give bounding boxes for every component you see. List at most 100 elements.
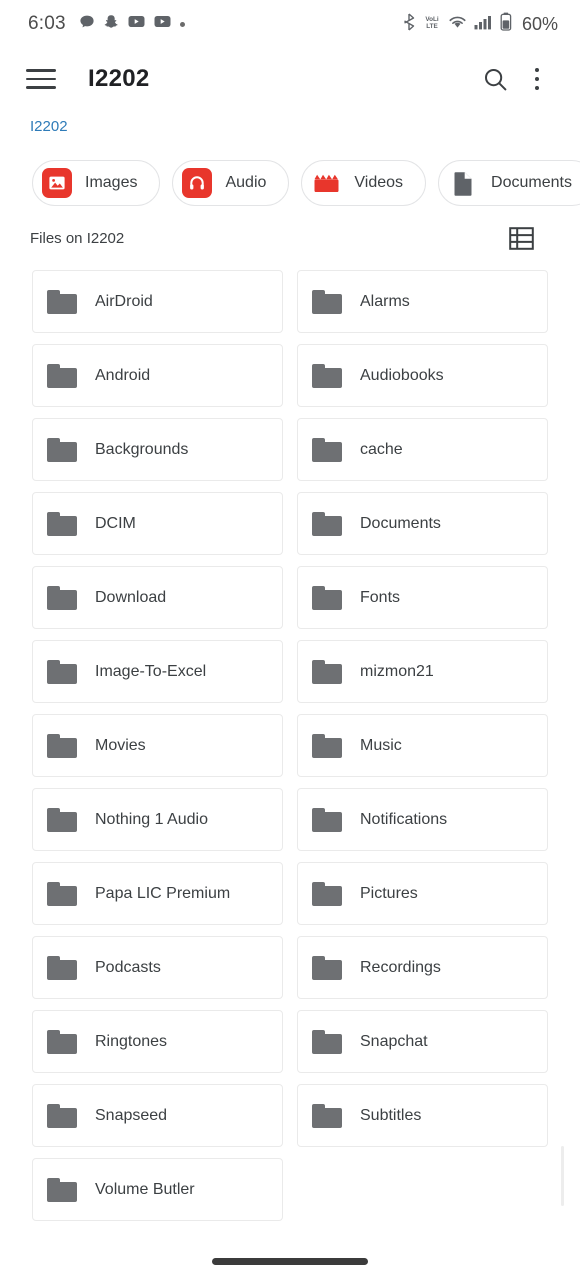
folder-name: AirDroid (95, 292, 153, 310)
folder-icon (47, 437, 77, 462)
folder-name: Fonts (360, 588, 401, 606)
folder-card[interactable]: Subtitles (297, 1084, 548, 1147)
folder-card[interactable]: Image-To-Excel (32, 640, 283, 703)
folder-name: Subtitles (360, 1106, 422, 1124)
snapchat-icon (104, 14, 119, 35)
folder-card[interactable]: Notifications (297, 788, 548, 851)
dot-icon (179, 21, 185, 27)
folder-card[interactable]: Recordings (297, 936, 548, 999)
folder-icon (47, 659, 77, 684)
youtube-icon (154, 15, 171, 33)
svg-text:VoLi: VoLi (425, 16, 439, 23)
folder-icon (312, 363, 342, 388)
folder-card[interactable]: Fonts (297, 566, 548, 629)
breadcrumb-item-root[interactable]: I2202 (30, 118, 68, 135)
folder-icon (312, 659, 342, 684)
folder-icon (47, 289, 77, 314)
folder-card[interactable]: Podcasts (32, 936, 283, 999)
signal-icon (474, 14, 493, 35)
folder-name: Nothing 1 Audio (95, 810, 208, 828)
folder-grid: AirDroid Alarms Android Audiobooks Backgroun… (0, 252, 580, 1221)
page-title: I2202 (88, 65, 150, 92)
folder-card[interactable]: Volume Butler (32, 1158, 283, 1221)
folder-card[interactable]: Backgrounds (32, 418, 283, 481)
folder-card[interactable]: Snapseed (32, 1084, 283, 1147)
folder-card[interactable]: Download (32, 566, 283, 629)
folder-icon (47, 733, 77, 758)
folder-card[interactable]: Audiobooks (297, 344, 548, 407)
folder-icon (47, 881, 77, 906)
folder-name: cache (360, 440, 403, 458)
status-system-icons: VoLi LTE 60% (402, 12, 558, 36)
image-icon (42, 168, 72, 198)
folder-name: Ringtones (95, 1032, 168, 1050)
folder-icon (312, 807, 342, 832)
folder-card[interactable]: Snapchat (297, 1010, 548, 1073)
status-notification-icons (79, 14, 185, 35)
folder-card[interactable]: Music (297, 714, 548, 777)
hamburger-icon[interactable] (24, 62, 58, 96)
clapperboard-icon (311, 168, 341, 198)
folder-name: Documents (360, 514, 441, 532)
folder-name: Download (95, 588, 167, 606)
chat-bubble-icon (79, 14, 95, 35)
status-bar: 6:03 VoLi LTE 60% (0, 0, 580, 48)
folder-icon (312, 733, 342, 758)
folder-card[interactable]: Pictures (297, 862, 548, 925)
folder-name: Pictures (360, 884, 418, 902)
folder-name: Audiobooks (360, 366, 444, 384)
chip-label: Documents (491, 174, 572, 191)
svg-text:LTE: LTE (426, 23, 438, 30)
list-view-icon[interactable] (509, 226, 534, 250)
vertical-scrollbar[interactable] (561, 1146, 564, 1206)
chip-audio[interactable]: Audio (172, 160, 290, 206)
chip-label: Videos (354, 174, 404, 191)
status-time: 6:03 (28, 13, 66, 34)
folder-name: Notifications (360, 810, 448, 828)
search-icon[interactable] (474, 58, 516, 100)
folder-name: Snapchat (360, 1032, 428, 1050)
folder-name: Recordings (360, 958, 441, 976)
battery-percent: 60% (521, 13, 558, 34)
folder-icon (47, 955, 77, 980)
chip-label: Images (85, 174, 138, 191)
folder-icon (47, 1177, 77, 1202)
folder-name: Podcasts (95, 958, 161, 976)
folder-icon (47, 1103, 77, 1128)
chip-images[interactable]: Images (32, 160, 161, 206)
category-chip-row: Images Audio Videos Documents (0, 144, 580, 208)
chip-documents[interactable]: Documents (438, 160, 580, 206)
folder-card[interactable]: AirDroid (32, 270, 283, 333)
folder-card[interactable]: Alarms (297, 270, 548, 333)
folder-icon (312, 437, 342, 462)
folder-icon (47, 511, 77, 536)
folder-card[interactable]: Nothing 1 Audio (32, 788, 283, 851)
folder-icon (312, 1103, 342, 1128)
folder-name: Snapseed (95, 1106, 168, 1124)
more-vertical-icon[interactable] (516, 58, 558, 100)
folder-icon (47, 585, 77, 610)
folder-icon (312, 289, 342, 314)
folder-name: Backgrounds (95, 440, 189, 458)
folder-icon (312, 955, 342, 980)
folder-card[interactable]: Papa LIC Premium (32, 862, 283, 925)
folder-icon (312, 585, 342, 610)
gesture-nav-pill[interactable] (212, 1258, 368, 1265)
files-section-title: Files on I2202 (30, 229, 125, 247)
folder-icon (47, 1029, 77, 1054)
folder-card[interactable]: Ringtones (32, 1010, 283, 1073)
folder-card[interactable]: cache (297, 418, 548, 481)
folder-name: Alarms (360, 292, 410, 310)
folder-card[interactable]: Movies (32, 714, 283, 777)
folder-card[interactable]: Documents (297, 492, 548, 555)
folder-card[interactable]: Android (32, 344, 283, 407)
chip-label: Audio (225, 174, 267, 191)
folder-icon (312, 511, 342, 536)
chip-videos[interactable]: Videos (301, 160, 427, 206)
folder-icon (312, 1029, 342, 1054)
folder-name: Android (95, 366, 151, 384)
youtube-icon (128, 15, 145, 33)
folder-card[interactable]: DCIM (32, 492, 283, 555)
folder-card[interactable]: mizmon21 (297, 640, 548, 703)
files-section-header: Files on I2202 (0, 208, 580, 252)
